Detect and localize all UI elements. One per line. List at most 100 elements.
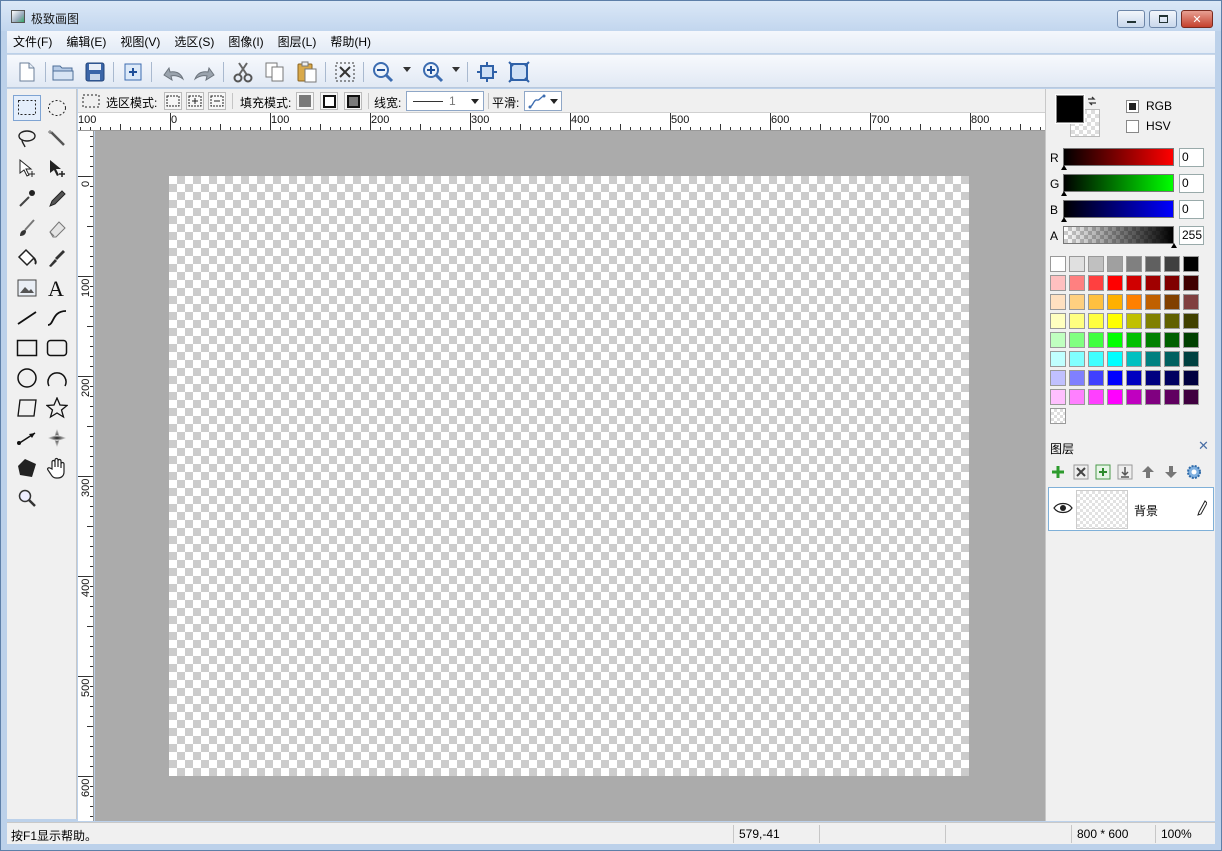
palette-swatch[interactable] (1183, 389, 1199, 405)
palette-swatch[interactable] (1088, 370, 1104, 386)
palette-swatch[interactable] (1107, 294, 1123, 310)
smooth-select[interactable] (524, 91, 562, 111)
swap-colors-icon[interactable] (1086, 95, 1098, 107)
menu-view[interactable]: 视图(V) (114, 32, 166, 52)
palette-swatch[interactable] (1183, 275, 1199, 291)
polygon-tool[interactable] (13, 395, 41, 421)
palette-swatch[interactable] (1164, 351, 1180, 367)
pencil-tool[interactable] (43, 185, 71, 211)
palette-swatch[interactable] (1050, 332, 1066, 348)
palette-swatch[interactable] (1183, 370, 1199, 386)
redo-button[interactable] (193, 60, 217, 84)
alpha-channel-slider[interactable] (1063, 226, 1174, 244)
line-tool[interactable] (13, 305, 41, 331)
gradient-tool[interactable] (43, 425, 71, 451)
minimize-button[interactable] (1117, 10, 1145, 28)
green-value-input[interactable]: 0 (1179, 174, 1204, 193)
delete-layer-button[interactable] (1072, 463, 1090, 481)
fill-mode-both-button[interactable] (344, 92, 362, 110)
zoom-in-dropdown-icon[interactable] (452, 67, 460, 72)
layer-item[interactable]: 背景 (1048, 487, 1214, 531)
select-mode-subtract-button[interactable] (208, 92, 226, 110)
palette-swatch[interactable] (1050, 389, 1066, 405)
ellipse-tool[interactable] (13, 365, 41, 391)
move-layer-up-button[interactable] (1139, 463, 1157, 481)
palette-swatch[interactable] (1164, 370, 1180, 386)
rectangle-tool[interactable] (13, 335, 41, 361)
palette-swatch[interactable] (1164, 332, 1180, 348)
zoom-in-button[interactable] (421, 60, 445, 84)
drawing-canvas[interactable] (169, 176, 969, 776)
layers-close-icon[interactable]: ✕ (1198, 438, 1209, 454)
palette-swatch[interactable] (1145, 389, 1161, 405)
palette-swatch[interactable] (1126, 389, 1142, 405)
hsv-checkbox[interactable] (1126, 119, 1139, 133)
maximize-button[interactable] (1149, 10, 1177, 28)
red-channel-slider[interactable] (1063, 148, 1174, 166)
palette-swatch[interactable] (1126, 313, 1142, 329)
palette-swatch[interactable] (1145, 370, 1161, 386)
red-slider-handle[interactable] (1061, 165, 1067, 170)
palette-swatch[interactable] (1164, 275, 1180, 291)
palette-swatch[interactable] (1088, 294, 1104, 310)
palette-swatch[interactable] (1145, 313, 1161, 329)
layer-properties-button[interactable] (1185, 463, 1203, 481)
save-file-button[interactable] (83, 60, 107, 84)
move-selection-tool[interactable] (13, 155, 41, 181)
eraser-tool[interactable] (43, 215, 71, 241)
palette-swatch[interactable] (1107, 256, 1123, 272)
menu-file[interactable]: 文件(F) (7, 32, 58, 52)
palette-swatch[interactable] (1069, 313, 1085, 329)
palette-swatch[interactable] (1069, 389, 1085, 405)
alpha-value-input[interactable]: 255 (1179, 226, 1204, 245)
foreground-color-swatch[interactable] (1055, 94, 1085, 124)
palette-swatch[interactable] (1126, 256, 1142, 272)
blue-channel-slider[interactable] (1063, 200, 1174, 218)
palette-swatch[interactable] (1164, 294, 1180, 310)
palette-swatch[interactable] (1088, 256, 1104, 272)
palette-swatch[interactable] (1050, 294, 1066, 310)
palette-swatch[interactable] (1107, 370, 1123, 386)
zoom-out-dropdown-icon[interactable] (403, 67, 411, 72)
new-layer-button[interactable] (121, 60, 145, 84)
pan-tool[interactable] (43, 455, 71, 481)
close-button[interactable]: ✕ (1181, 10, 1213, 28)
palette-swatch[interactable] (1126, 332, 1142, 348)
palette-swatch[interactable] (1050, 275, 1066, 291)
palette-swatch[interactable] (1069, 256, 1085, 272)
add-layer-button[interactable] (1049, 463, 1067, 481)
merge-layer-button[interactable] (1116, 463, 1134, 481)
palette-swatch[interactable] (1069, 275, 1085, 291)
palette-swatch[interactable] (1183, 294, 1199, 310)
text-tool[interactable]: A (43, 275, 71, 301)
select-mode-replace-button[interactable] (164, 92, 182, 110)
title-bar[interactable]: 极致画图 ✕ (1, 1, 1221, 31)
rounded-rect-tool[interactable] (43, 335, 71, 361)
red-value-input[interactable]: 0 (1179, 148, 1204, 167)
color-picker-tool[interactable] (13, 185, 41, 211)
paste-button[interactable] (295, 60, 319, 84)
rect-select-tool[interactable] (13, 95, 41, 121)
canvas-workspace[interactable] (95, 131, 1045, 821)
palette-swatch[interactable] (1126, 370, 1142, 386)
palette-swatch[interactable] (1107, 351, 1123, 367)
fill-bucket-tool[interactable] (13, 245, 41, 271)
select-mode-add-button[interactable] (186, 92, 204, 110)
palette-swatch[interactable] (1183, 332, 1199, 348)
palette-swatch[interactable] (1050, 351, 1066, 367)
fill-mode-outline-button[interactable] (320, 92, 338, 110)
palette-swatch-transparent[interactable] (1050, 408, 1066, 424)
palette-swatch[interactable] (1126, 275, 1142, 291)
palette-swatch[interactable] (1107, 332, 1123, 348)
open-file-button[interactable] (51, 60, 75, 84)
palette-swatch[interactable] (1050, 370, 1066, 386)
menu-edit[interactable]: 编辑(E) (60, 32, 112, 52)
palette-swatch[interactable] (1050, 313, 1066, 329)
palette-swatch[interactable] (1126, 351, 1142, 367)
palette-swatch[interactable] (1164, 389, 1180, 405)
palette-swatch[interactable] (1069, 332, 1085, 348)
palette-swatch[interactable] (1088, 313, 1104, 329)
rgb-checkbox[interactable] (1126, 99, 1139, 113)
magic-wand-tool[interactable] (43, 125, 71, 151)
palette-swatch[interactable] (1088, 332, 1104, 348)
